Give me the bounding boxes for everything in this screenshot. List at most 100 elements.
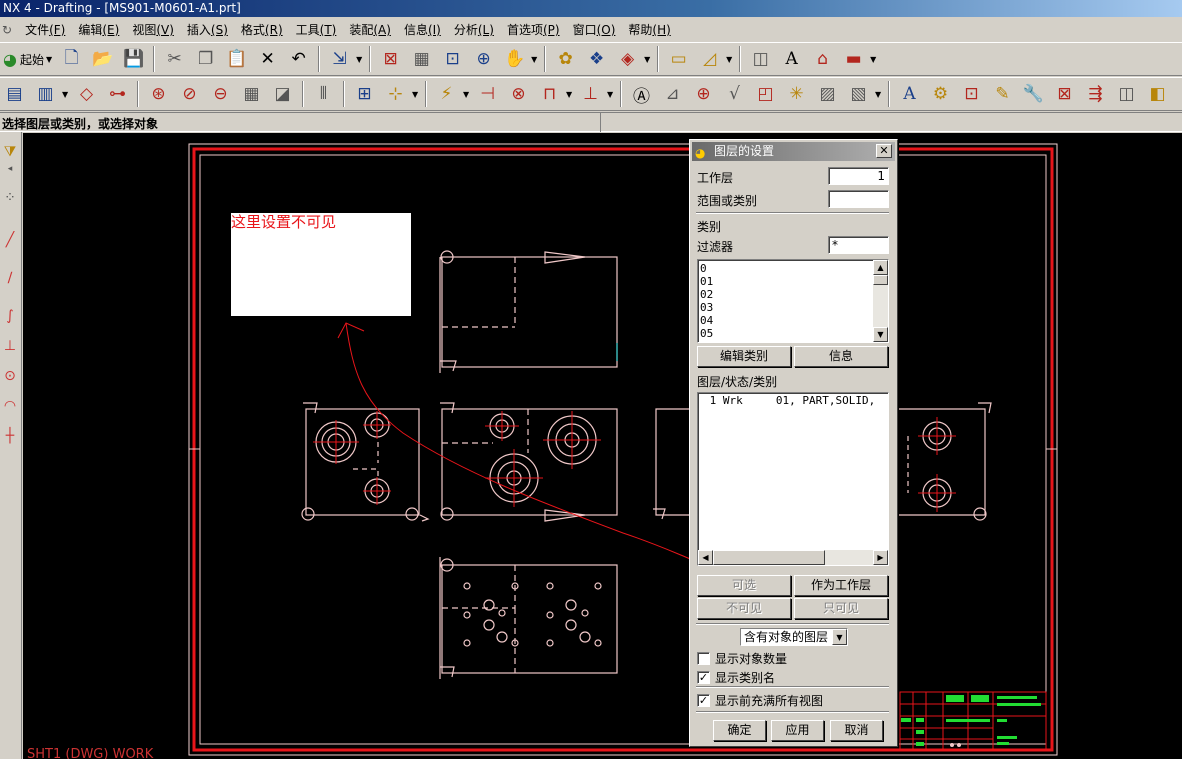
view-boundary-icon[interactable]: ▦ bbox=[237, 80, 266, 108]
fit-all-views-checkbox[interactable]: ✓ 显示前充满所有视图 bbox=[697, 692, 823, 709]
ok-button[interactable]: 确定 bbox=[713, 720, 766, 741]
box-icon[interactable]: ◧ bbox=[1143, 80, 1172, 108]
layer-row[interactable]: 1 Wrk 01, PART,SOLID, bbox=[698, 393, 888, 408]
menu-help[interactable]: 帮助(H) bbox=[622, 20, 677, 40]
display-sheet-icon[interactable]: ▬ bbox=[839, 45, 868, 73]
expand-icon[interactable]: ◂ bbox=[0, 164, 20, 186]
snap-point-icon[interactable]: ⁘ bbox=[0, 190, 20, 212]
menu-info[interactable]: 信息(I) bbox=[398, 20, 448, 40]
text-edit-icon[interactable]: ⊡ bbox=[957, 80, 986, 108]
centerline-icon[interactable]: ⊣ bbox=[473, 80, 502, 108]
section-view-icon[interactable]: ⊘ bbox=[175, 80, 204, 108]
annotation-edit-icon[interactable]: A bbox=[895, 80, 924, 108]
scroll-thumb[interactable] bbox=[713, 550, 825, 565]
category-item[interactable]: 05 bbox=[698, 327, 888, 340]
category-item[interactable]: 0 bbox=[698, 262, 888, 275]
weld-symbol-icon[interactable]: ✳ bbox=[782, 80, 811, 108]
category-item[interactable]: 04 bbox=[698, 314, 888, 327]
line-icon[interactable]: ╱ bbox=[0, 232, 20, 254]
polyline-icon[interactable]: ∕ bbox=[0, 270, 20, 292]
update-view-icon[interactable]: ⊞ bbox=[350, 80, 379, 108]
open-folder-icon[interactable]: 📂 bbox=[88, 45, 117, 73]
selectable-button[interactable]: 可选 bbox=[697, 575, 791, 596]
arc-icon[interactable]: ◠ bbox=[0, 398, 20, 420]
menu-edit[interactable]: 编辑(E) bbox=[72, 20, 126, 40]
dialog-title-bar[interactable]: ◕ 图层的设置 ✕ bbox=[692, 142, 895, 161]
chevron-down-icon[interactable]: ▼ bbox=[832, 629, 847, 645]
invisible-button[interactable]: 不可见 bbox=[697, 598, 791, 619]
point-icon[interactable]: ⊥ bbox=[0, 338, 20, 360]
fit-view-icon[interactable]: ⊠ bbox=[376, 45, 405, 73]
hatch-icon[interactable]: ▧ bbox=[844, 80, 873, 108]
image-icon[interactable]: ▨ bbox=[813, 80, 842, 108]
edit-hatch-icon[interactable]: ⊠ bbox=[1050, 80, 1079, 108]
select-filter-icon[interactable]: ⧩ bbox=[0, 144, 20, 166]
new-sheet-icon[interactable]: ▤ bbox=[0, 80, 29, 108]
menu-file[interactable]: 文件(F) bbox=[19, 20, 72, 40]
app-menu-icon[interactable]: ↻ bbox=[2, 20, 19, 40]
feature-control-icon[interactable]: ⊿ bbox=[658, 80, 687, 108]
projected-view-icon[interactable]: ⊶ bbox=[103, 80, 132, 108]
pan-icon[interactable]: ✋ bbox=[500, 45, 529, 73]
open-sheet-icon[interactable]: ▥ bbox=[31, 80, 60, 108]
close-icon[interactable]: ✕ bbox=[876, 144, 892, 158]
cut-icon[interactable]: ✂ bbox=[160, 45, 189, 73]
category-item[interactable]: 03 bbox=[698, 301, 888, 314]
apply-button[interactable]: 应用 bbox=[771, 720, 824, 741]
color-palette-icon[interactable]: ✿ bbox=[551, 45, 580, 73]
layer-hscrollbar[interactable]: ◀ ▶ bbox=[698, 550, 888, 565]
save-icon[interactable]: 💾 bbox=[119, 45, 148, 73]
cross-icon[interactable]: ┼ bbox=[0, 428, 20, 450]
menu-assembly[interactable]: 装配(A) bbox=[343, 20, 398, 40]
view-style-icon[interactable]: ⊹ bbox=[381, 80, 410, 108]
layer-settings-icon[interactable]: ❖ bbox=[582, 45, 611, 73]
break-view-icon[interactable]: ◪ bbox=[268, 80, 297, 108]
surface-finish-icon[interactable]: √ bbox=[720, 80, 749, 108]
scroll-thumb[interactable] bbox=[873, 275, 888, 285]
zoom-window-icon[interactable]: ▦ bbox=[407, 45, 436, 73]
measure-angle-icon[interactable]: ◿ bbox=[695, 45, 724, 73]
camera-icon[interactable]: ◫ bbox=[746, 45, 775, 73]
filter-input[interactable]: * bbox=[828, 236, 889, 254]
drafting-template-icon[interactable]: ⌂ bbox=[808, 45, 837, 73]
half-section-icon[interactable]: ⊖ bbox=[206, 80, 235, 108]
text-style-icon[interactable]: A bbox=[777, 45, 806, 73]
work-layer-input[interactable]: 1 bbox=[828, 167, 889, 185]
category-list[interactable]: 0 01 02 03 04 05 06 ▲ ▼ bbox=[697, 259, 889, 343]
category-item[interactable]: 06 bbox=[698, 340, 888, 342]
menu-analysis[interactable]: 分析(L) bbox=[448, 20, 501, 40]
table-icon[interactable]: ⊓ bbox=[535, 80, 564, 108]
category-item[interactable]: 02 bbox=[698, 288, 888, 301]
show-object-count-checkbox[interactable]: 显示对象数量 bbox=[697, 650, 787, 667]
dimension-icon[interactable]: ⚡ bbox=[432, 80, 461, 108]
menu-tools[interactable]: 工具(T) bbox=[290, 20, 344, 40]
align-view-icon[interactable]: ⫴ bbox=[309, 80, 338, 108]
range-input[interactable] bbox=[828, 190, 889, 208]
make-work-layer-button[interactable]: 作为工作层 bbox=[794, 575, 888, 596]
edit-category-button[interactable]: 编辑类别 bbox=[697, 346, 791, 367]
zoom-in-out-icon[interactable]: ⊕ bbox=[469, 45, 498, 73]
show-category-names-checkbox[interactable]: ✓ 显示类别名 bbox=[697, 669, 775, 686]
checkmark-icon[interactable]: ✓ bbox=[697, 671, 710, 684]
start-button[interactable]: ◕ 起始 ▼ bbox=[0, 46, 55, 72]
circle-icon[interactable]: ⊙ bbox=[0, 368, 20, 390]
annotation-icon[interactable]: Ⓐ bbox=[627, 80, 656, 108]
model-view-icon[interactable]: ◫ bbox=[1112, 80, 1141, 108]
category-scrollbar[interactable]: ▲ ▼ bbox=[873, 260, 888, 342]
crosshair-icon[interactable]: ⊥ bbox=[576, 80, 605, 108]
spline-icon[interactable]: ∫ bbox=[0, 308, 20, 330]
associativity-icon[interactable]: ⇶ bbox=[1081, 80, 1110, 108]
info-button[interactable]: 信息 bbox=[794, 346, 888, 367]
datum-icon[interactable]: ⊕ bbox=[689, 80, 718, 108]
utility-symbol-icon[interactable]: ⊗ bbox=[504, 80, 533, 108]
drawing-canvas[interactable]: 这里设置不可见 SHT1 (DWG) WORK bbox=[23, 133, 1182, 759]
paste-icon[interactable]: 📋 bbox=[222, 45, 251, 73]
category-item[interactable]: 01 bbox=[698, 275, 888, 288]
base-view-icon[interactable]: ◇ bbox=[72, 80, 101, 108]
menu-window[interactable]: 窗口(O) bbox=[567, 20, 623, 40]
delete-icon[interactable]: ✕ bbox=[253, 45, 282, 73]
layer-filter-select[interactable]: 含有对象的图层 ▼ bbox=[740, 628, 848, 646]
zoom-icon[interactable]: ⊡ bbox=[438, 45, 467, 73]
wrench-icon[interactable]: 🔧 bbox=[1019, 80, 1048, 108]
checkbox-box[interactable] bbox=[697, 652, 710, 665]
